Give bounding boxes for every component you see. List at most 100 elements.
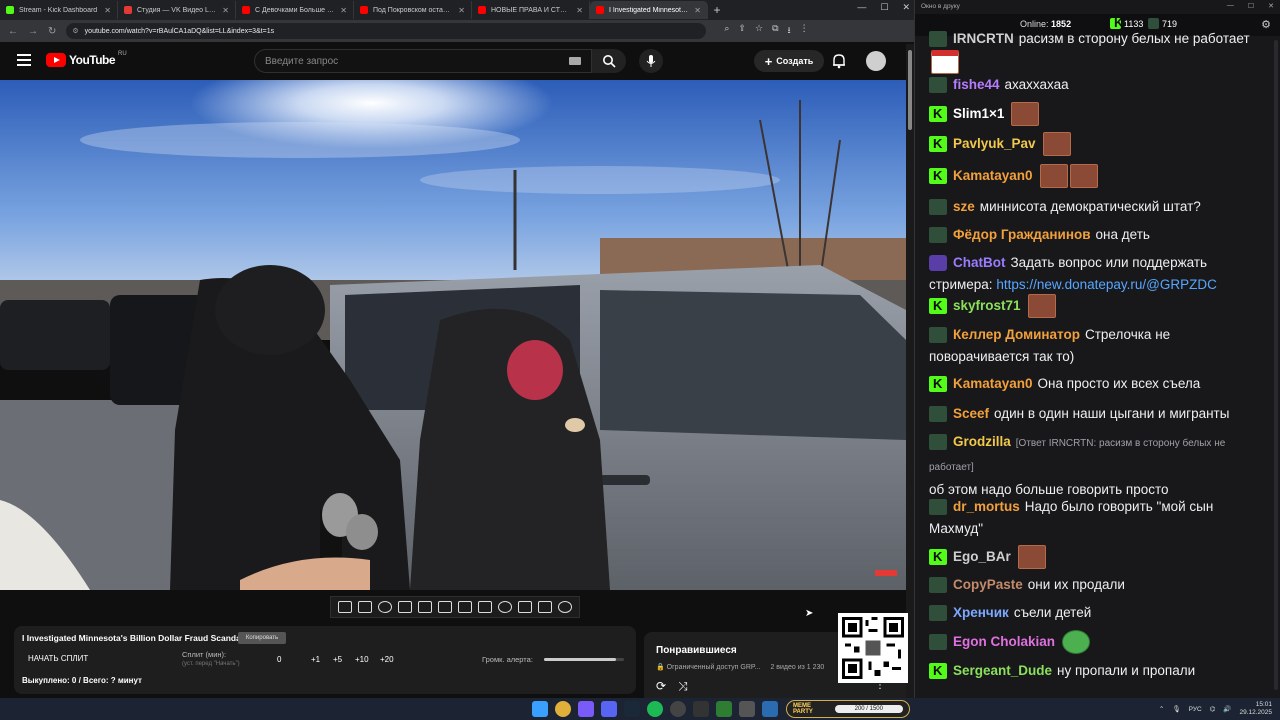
fullscreen-window-icon[interactable]	[478, 601, 492, 613]
obs-icon[interactable]	[578, 701, 594, 717]
chat-nickname[interactable]: Kamatayan0	[953, 376, 1033, 391]
extension-icon[interactable]: ⧉	[772, 23, 778, 39]
keyboard-language[interactable]: РУС	[1189, 706, 1202, 713]
chat-nickname[interactable]: ChatBot	[953, 255, 1006, 270]
tab-close-icon[interactable]: ✕	[104, 6, 111, 15]
chat-nickname[interactable]: sze	[953, 199, 975, 214]
voice-search-button[interactable]	[639, 49, 663, 73]
settings-gear-icon[interactable]	[558, 601, 572, 613]
chat-nickname[interactable]: Egon Cholakian	[953, 634, 1055, 649]
add-1-button[interactable]: +1	[311, 655, 320, 664]
loop-icon[interactable]	[338, 601, 352, 613]
reload-icon[interactable]: ↻	[48, 26, 56, 37]
close-icon[interactable]: ✕	[1268, 2, 1274, 10]
shuffle-icon[interactable]: ⤨	[678, 679, 688, 694]
close-icon[interactable]: ✕	[902, 2, 910, 13]
volume-icon[interactable]: 🔊	[1223, 705, 1231, 713]
playlist-title[interactable]: Понравившиеся	[656, 645, 737, 656]
terminal-icon[interactable]	[693, 701, 709, 717]
tab-close-icon[interactable]: ✕	[340, 6, 347, 15]
browser-tab[interactable]: НОВЫЕ ПРАВА И СТС 2026г. и ✕	[472, 1, 590, 19]
browser-tab[interactable]: Stream - Kick Dashboard ✕	[0, 1, 118, 19]
chat-nickname[interactable]: Келлер Доминатор	[953, 327, 1080, 342]
watch-later-icon[interactable]	[398, 601, 412, 613]
alert-volume-slider[interactable]	[544, 658, 624, 661]
repeat-icon[interactable]: ⟳	[656, 679, 666, 694]
chat-nickname[interactable]: IRNCRTN	[953, 31, 1014, 46]
chat-nickname[interactable]: CopyPaste	[953, 577, 1023, 592]
create-button[interactable]: + Создать	[754, 50, 824, 72]
cinema-mode-icon[interactable]	[458, 601, 472, 613]
chat-nickname[interactable]: Grodzilla	[953, 434, 1011, 449]
hamburger-menu-icon[interactable]	[17, 54, 31, 66]
forward-icon[interactable]: →	[28, 26, 38, 37]
minimize-icon[interactable]: —	[1227, 2, 1234, 10]
minimize-icon[interactable]: —	[857, 2, 866, 13]
chat-nickname[interactable]: dr_mortus	[953, 499, 1020, 514]
site-info-icon[interactable]: ⚙	[72, 27, 78, 35]
start-split-button[interactable]: НАЧАТЬ СПЛИТ	[28, 654, 88, 663]
chat-nickname[interactable]: Kamatayan0	[953, 168, 1033, 183]
keyboard-icon[interactable]	[569, 57, 581, 65]
add-5-button[interactable]: +5	[333, 655, 342, 664]
microphone-tray-icon[interactable]: 🎙	[1172, 705, 1180, 713]
film-icon[interactable]	[418, 601, 432, 613]
add-20-button[interactable]: +20	[380, 655, 394, 664]
video-player[interactable]	[0, 80, 906, 590]
menu-dots-icon[interactable]: ⋮	[800, 23, 809, 39]
add-to-playlist-icon[interactable]	[518, 601, 532, 613]
chat-nickname[interactable]: Pavlyuk_Pav	[953, 136, 1036, 151]
start-icon[interactable]	[532, 701, 548, 717]
back-icon[interactable]: ←	[8, 26, 18, 37]
add-10-button[interactable]: +10	[355, 655, 369, 664]
discord-icon[interactable]	[601, 701, 617, 717]
split-minutes-input[interactable]: 0	[277, 655, 281, 664]
browser-tab[interactable]: С Девочками Больше Не Хочу ✕	[236, 1, 354, 19]
broadcast-icon[interactable]	[378, 601, 392, 613]
chat-nickname[interactable]: Хренчик	[953, 605, 1009, 620]
app-icon[interactable]	[670, 701, 686, 717]
sort-icon[interactable]	[358, 601, 372, 613]
chat-scrollbar[interactable]	[1274, 40, 1278, 690]
network-icon[interactable]: ⌬	[1210, 705, 1216, 713]
notifications-bell-icon[interactable]	[832, 53, 846, 74]
chrome-icon[interactable]	[555, 701, 571, 717]
telegram-icon[interactable]	[762, 701, 778, 717]
zoom-icon[interactable]: ⌕	[724, 23, 729, 39]
page-scrollbar[interactable]	[906, 44, 914, 698]
chat-nickname[interactable]: skyfrost71	[953, 298, 1021, 313]
clock[interactable]: 15:01 29.12.2025	[1239, 701, 1272, 717]
screenshot-camera-icon[interactable]	[538, 601, 552, 613]
browser-tab[interactable]: Под Покровском остановлен ✕	[354, 1, 472, 19]
search-input[interactable]: Введите запрос	[254, 49, 592, 73]
new-tab-icon[interactable]: +	[708, 3, 726, 17]
picture-in-picture-icon[interactable]	[438, 601, 452, 613]
scrollbar-thumb[interactable]	[908, 50, 912, 130]
tray-chevron-icon[interactable]: ⌃	[1159, 705, 1164, 713]
download-icon[interactable]: ⭳	[788, 23, 791, 39]
browser-tab[interactable]: Студия — VK Видео Live ✕	[118, 1, 236, 19]
speed-gauge-icon[interactable]	[498, 601, 512, 613]
url-input[interactable]: ⚙ youtube.com/watch?v=rBAulCA1aDQ&list=L…	[66, 23, 707, 39]
tab-close-icon[interactable]: ✕	[222, 6, 229, 15]
maximize-icon[interactable]: ☐	[880, 2, 888, 13]
account-avatar[interactable]	[866, 51, 886, 71]
tab-close-icon[interactable]: ✕	[694, 6, 701, 15]
chat-nickname[interactable]: Ego_BAr	[953, 549, 1011, 564]
youtube-logo[interactable]: YouTube RU	[46, 51, 127, 67]
chat-nickname[interactable]: Фёдор Гражданинов	[953, 227, 1091, 242]
chat-nickname[interactable]: Sceef	[953, 406, 989, 421]
copy-button[interactable]: Копировать	[238, 632, 286, 644]
spotify-icon[interactable]	[647, 701, 663, 717]
tool-icon[interactable]	[739, 701, 755, 717]
chat-link[interactable]: https://new.donatepay.ru/@GRPZDC	[996, 277, 1217, 292]
chat-nickname[interactable]: Slim1×1	[953, 106, 1004, 121]
files-icon[interactable]	[716, 701, 732, 717]
chat-nickname[interactable]: fishe44	[953, 77, 1000, 92]
maximize-icon[interactable]: ☐	[1248, 2, 1254, 10]
browser-tab[interactable]: I Investigated Minnesota's B ✕	[590, 1, 708, 19]
search-button[interactable]	[592, 49, 626, 73]
chat-nickname[interactable]: Sergeant_Dude	[953, 663, 1052, 678]
steam-icon[interactable]	[624, 701, 640, 717]
bookmark-star-icon[interactable]: ☆	[755, 23, 763, 39]
